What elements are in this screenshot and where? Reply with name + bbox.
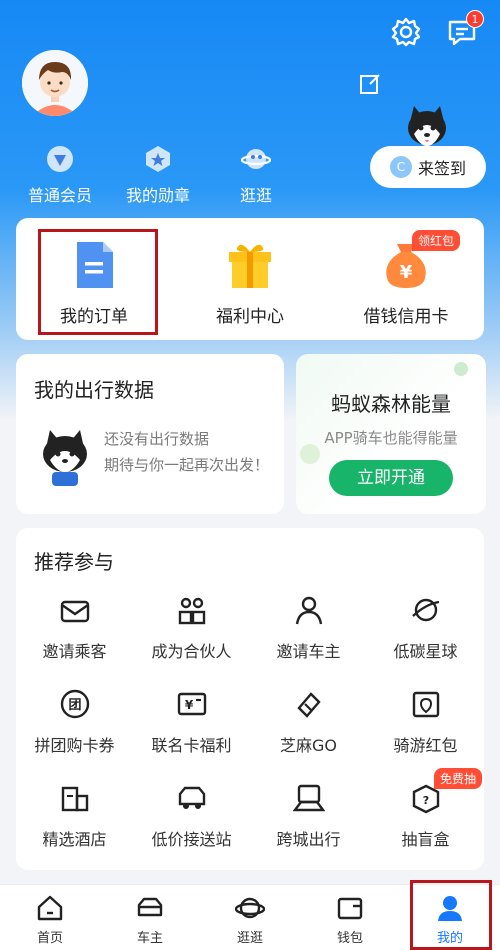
blind-box-item[interactable]: 免费抽 ? 抽盲盒 [367, 768, 484, 850]
home-icon [35, 893, 65, 923]
svg-text:?: ? [422, 794, 428, 807]
intercity-item[interactable]: 跨城出行 [250, 782, 367, 850]
hotel-label: 精选酒店 [42, 830, 107, 849]
tab-wallet-label: 钱包 [336, 931, 363, 946]
edit-profile-icon[interactable] [358, 72, 382, 96]
ant-forest-subtitle: APP骑车也能得能量 [324, 429, 458, 447]
invite-passenger-item[interactable]: 邀请乘客 [16, 594, 133, 662]
group-buy-label: 拼团购卡券 [34, 736, 115, 755]
highlight-box-orders [38, 229, 158, 335]
invite-passenger-label: 邀请乘客 [42, 642, 107, 661]
husky-mascot-icon [38, 428, 92, 486]
become-partner-label: 成为合伙人 [151, 642, 232, 661]
energy-leaf-icon [454, 362, 468, 376]
tab-home-label: 首页 [36, 931, 63, 946]
member-level-label: 普通会员 [27, 186, 92, 205]
shuttle-icon [176, 782, 208, 814]
recommend-grid: 邀请乘客 成为合伙人 邀请车主 低碳星球 团 拼团购卡券 ¥ 联名卡福利 芝麻G… [16, 594, 484, 850]
partner-icon [176, 594, 208, 626]
recommend-card: 推荐参与 邀请乘客 成为合伙人 邀请车主 低碳星球 团 拼团购卡券 ¥ 联名卡福… [16, 528, 484, 870]
profile-links: 普通会员 我的勋章 逛逛 [24, 144, 292, 206]
highlight-box-me-tab [410, 880, 492, 950]
intercity-label: 跨城出行 [276, 830, 341, 849]
tab-car-owner-label: 车主 [136, 931, 163, 946]
recommend-title: 推荐参与 [34, 550, 114, 574]
hotel-icon [59, 782, 91, 814]
travel-data-title: 我的出行数据 [34, 378, 154, 402]
settings-gear-icon[interactable] [390, 16, 422, 48]
ant-forest-card: 蚂蚁森林能量 APP骑车也能得能量 立即开通 [296, 354, 486, 514]
low-carbon-planet-item[interactable]: 低碳星球 [367, 594, 484, 662]
sesame-go-icon [293, 688, 325, 720]
tab-wallet[interactable]: 钱包 [300, 885, 400, 950]
my-medals-label: 我的勋章 [125, 186, 190, 205]
ride-redpacket-item[interactable]: 骑游红包 [367, 688, 484, 756]
loan-credit-card-button[interactable]: 领红包 ¥ 借钱信用卡 [328, 218, 484, 340]
welfare-center-button[interactable]: 福利中心 [172, 218, 328, 340]
member-icon [45, 144, 75, 174]
hotel-item[interactable]: 精选酒店 [16, 782, 133, 850]
red-packet-badge: 领红包 [411, 230, 460, 251]
sesame-go-label: 芝麻GO [280, 736, 337, 755]
welfare-center-label: 福利中心 [216, 307, 284, 327]
gift-icon [223, 238, 277, 292]
invite-driver-label: 邀请车主 [276, 642, 341, 661]
my-medals-link[interactable]: 我的勋章 [122, 144, 194, 206]
wallet-icon [335, 893, 365, 923]
intercity-icon [292, 782, 325, 814]
cobrand-card-icon: ¥ [176, 688, 208, 720]
tab-car-owner[interactable]: 车主 [100, 885, 200, 950]
cobrand-card-label: 联名卡福利 [151, 736, 232, 755]
loan-credit-card-label: 借钱信用卡 [363, 307, 449, 327]
ride-redpacket-label: 骑游红包 [393, 736, 458, 755]
sign-in-button[interactable]: C 来签到 [370, 146, 486, 188]
low-carbon-planet-label: 低碳星球 [393, 642, 458, 661]
svg-text:团: 团 [68, 698, 81, 713]
explore-link[interactable]: 逛逛 [220, 144, 292, 206]
shuttle-item[interactable]: 低价接送站 [133, 782, 250, 850]
medal-icon [143, 144, 173, 174]
explore-label: 逛逛 [239, 186, 272, 205]
car-icon [135, 893, 165, 923]
blind-box-label: 抽盲盒 [401, 830, 450, 849]
member-level-link[interactable]: 普通会员 [24, 144, 96, 206]
planet-icon [234, 893, 266, 923]
tab-explore-label: 逛逛 [236, 931, 263, 946]
tab-home[interactable]: 首页 [0, 885, 100, 950]
travel-encourage-text: 期待与你一起再次出发！ [104, 456, 270, 474]
no-travel-data-text: 还没有出行数据 [104, 430, 210, 448]
invite-passenger-icon [59, 594, 91, 626]
ant-forest-title: 蚂蚁森林能量 [331, 392, 451, 416]
activate-now-button[interactable]: 立即开通 [329, 460, 453, 496]
group-buy-item[interactable]: 团 拼团购卡券 [16, 688, 133, 756]
avatar[interactable] [22, 50, 88, 116]
invite-driver-item[interactable]: 邀请车主 [250, 594, 367, 662]
become-partner-item[interactable]: 成为合伙人 [133, 594, 250, 662]
energy-leaf-icon [300, 444, 320, 464]
planet-icon [240, 144, 272, 174]
tab-explore[interactable]: 逛逛 [200, 885, 300, 950]
message-badge: 1 [466, 10, 484, 28]
planet-icon [410, 594, 442, 626]
ride-redpacket-icon [410, 688, 442, 720]
coin-icon: C [389, 156, 412, 178]
travel-data-card[interactable]: 我的出行数据 还没有出行数据 期待与你一起再次出发！ [16, 354, 284, 514]
cobrand-card-item[interactable]: ¥ 联名卡福利 [133, 688, 250, 756]
svg-text:¥: ¥ [400, 262, 413, 283]
invite-driver-icon [293, 594, 325, 626]
husky-mascot-icon [404, 104, 450, 152]
message-icon[interactable]: 1 [446, 10, 484, 48]
group-buy-icon: 团 [59, 688, 91, 720]
free-draw-badge: 免费抽 [433, 768, 482, 789]
svg-text:¥: ¥ [184, 698, 193, 712]
shuttle-label: 低价接送站 [151, 830, 232, 849]
sign-in-label: 来签到 [417, 159, 466, 178]
sesame-go-item[interactable]: 芝麻GO [250, 688, 367, 756]
top-toolbar: 1 [390, 10, 484, 48]
